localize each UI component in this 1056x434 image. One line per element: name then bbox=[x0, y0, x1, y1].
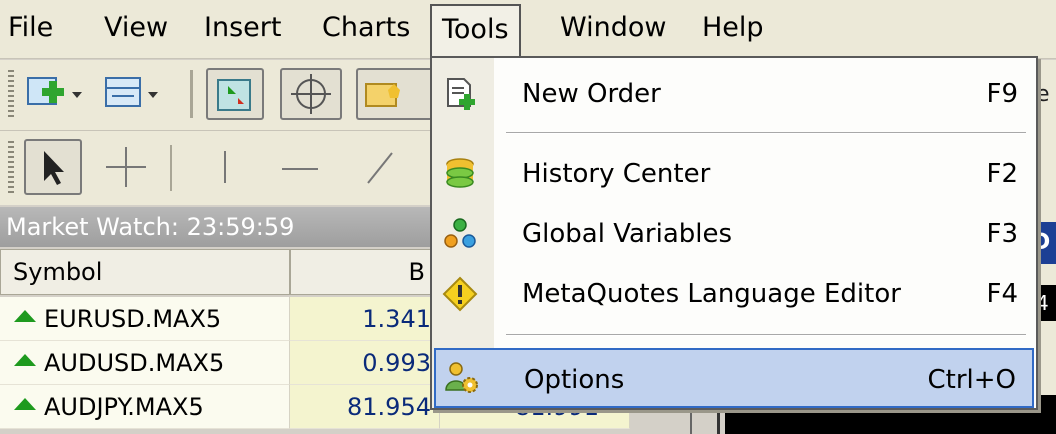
chart-price-fragment: 4 bbox=[1036, 285, 1056, 321]
menu-item-label: New Order bbox=[522, 79, 661, 109]
menu-item-global-variables[interactable]: Global Variables F3 bbox=[432, 204, 1036, 264]
up-arrow-icon bbox=[14, 310, 36, 322]
menu-item-history-center[interactable]: History Center F2 bbox=[432, 144, 1036, 204]
menu-file[interactable]: File bbox=[4, 6, 57, 50]
menu-tools[interactable]: Tools bbox=[430, 4, 521, 56]
menu-item-shortcut: Ctrl+O bbox=[927, 365, 1016, 395]
market-watch-icon bbox=[217, 79, 251, 111]
menu-view[interactable]: View bbox=[100, 6, 172, 50]
toolbar-separator bbox=[170, 145, 172, 191]
profiles-button[interactable] bbox=[102, 70, 162, 116]
menu-bar: File View Insert Charts Tools Window Hel… bbox=[0, 0, 1056, 59]
vertical-line-icon bbox=[224, 151, 226, 183]
trendline-button[interactable] bbox=[350, 139, 410, 195]
crosshair-target-icon bbox=[291, 74, 331, 114]
horizontal-line-button[interactable] bbox=[270, 139, 330, 195]
menu-help[interactable]: Help bbox=[698, 6, 768, 50]
market-watch-title: Market Watch: 23:59:59 bbox=[0, 207, 440, 247]
table-row[interactable]: AUDJPY.MAX5 81.954 81.991 bbox=[0, 385, 630, 429]
new-chart-icon bbox=[27, 77, 82, 105]
menu-charts[interactable]: Charts bbox=[318, 6, 414, 50]
symbol-cell: AUDJPY.MAX5 bbox=[0, 385, 290, 429]
metaeditor-icon bbox=[442, 276, 478, 312]
cursor-arrow-icon bbox=[44, 151, 64, 185]
toolbar-grip[interactable] bbox=[8, 141, 14, 193]
symbol-name: AUDJPY.MAX5 bbox=[44, 393, 204, 421]
trendline-icon bbox=[367, 152, 393, 184]
options-icon bbox=[445, 362, 478, 393]
menu-window[interactable]: Window bbox=[556, 6, 670, 50]
menu-item-shortcut: F4 bbox=[986, 279, 1019, 309]
profiles-icon bbox=[105, 77, 158, 107]
table-row[interactable]: EURUSD.MAX5 1.341 bbox=[0, 297, 440, 341]
history-center-icon bbox=[446, 158, 474, 188]
column-header-bid[interactable]: B bbox=[290, 249, 440, 295]
symbol-cell: AUDUSD.MAX5 bbox=[0, 341, 290, 385]
bid-cell: 81.954 bbox=[290, 385, 440, 429]
menu-item-label: Global Variables bbox=[522, 219, 733, 249]
new-chart-button[interactable] bbox=[24, 70, 84, 116]
new-order-icon bbox=[447, 78, 475, 110]
column-header-symbol[interactable]: Symbol bbox=[0, 249, 290, 295]
menu-item-label: MetaQuotes Language Editor bbox=[522, 279, 901, 309]
cursor-button[interactable] bbox=[24, 139, 82, 195]
symbol-name: AUDUSD.MAX5 bbox=[44, 349, 225, 377]
menu-item-shortcut: F3 bbox=[986, 219, 1019, 249]
line-studies-toolbar bbox=[0, 131, 440, 205]
menu-item-shortcut: F2 bbox=[986, 159, 1019, 189]
vertical-line-button[interactable] bbox=[200, 139, 250, 195]
up-arrow-icon bbox=[14, 354, 36, 366]
table-row[interactable]: AUDUSD.MAX5 0.993 bbox=[0, 341, 440, 385]
data-window-button[interactable] bbox=[280, 68, 342, 120]
up-arrow-icon bbox=[14, 398, 36, 410]
market-watch-button[interactable] bbox=[206, 68, 264, 120]
menu-item-metaquotes-language-editor[interactable]: MetaQuotes Language Editor F4 bbox=[432, 264, 1036, 324]
horizontal-line-icon bbox=[282, 168, 318, 170]
global-variables-icon bbox=[444, 218, 476, 248]
symbol-cell: EURUSD.MAX5 bbox=[0, 297, 290, 341]
crosshair-icon bbox=[106, 147, 146, 187]
menu-separator bbox=[506, 334, 1026, 336]
menu-item-shortcut: F9 bbox=[986, 79, 1019, 109]
menu-item-label: History Center bbox=[522, 159, 711, 189]
toolbar-text-fragment: e bbox=[1036, 82, 1050, 107]
navigator-folder-icon bbox=[365, 83, 400, 107]
menu-insert[interactable]: Insert bbox=[200, 6, 285, 50]
menu-item-options[interactable]: Options Ctrl+O bbox=[434, 348, 1034, 408]
bid-cell: 0.993 bbox=[290, 341, 440, 385]
tools-menu-dropdown: New Order F9 History Center F2 Global Va… bbox=[430, 56, 1038, 410]
toolbar-grip[interactable] bbox=[8, 70, 14, 118]
bid-cell: 1.341 bbox=[290, 297, 440, 341]
menu-item-label: Options bbox=[524, 365, 625, 395]
crosshair-button[interactable] bbox=[96, 139, 156, 195]
toolbar-separator bbox=[190, 70, 193, 118]
menu-item-new-order[interactable]: New Order F9 bbox=[432, 64, 1036, 124]
menu-separator bbox=[506, 132, 1026, 134]
standard-toolbar bbox=[0, 60, 440, 131]
navigator-button[interactable] bbox=[356, 68, 440, 120]
symbol-name: EURUSD.MAX5 bbox=[44, 305, 222, 333]
